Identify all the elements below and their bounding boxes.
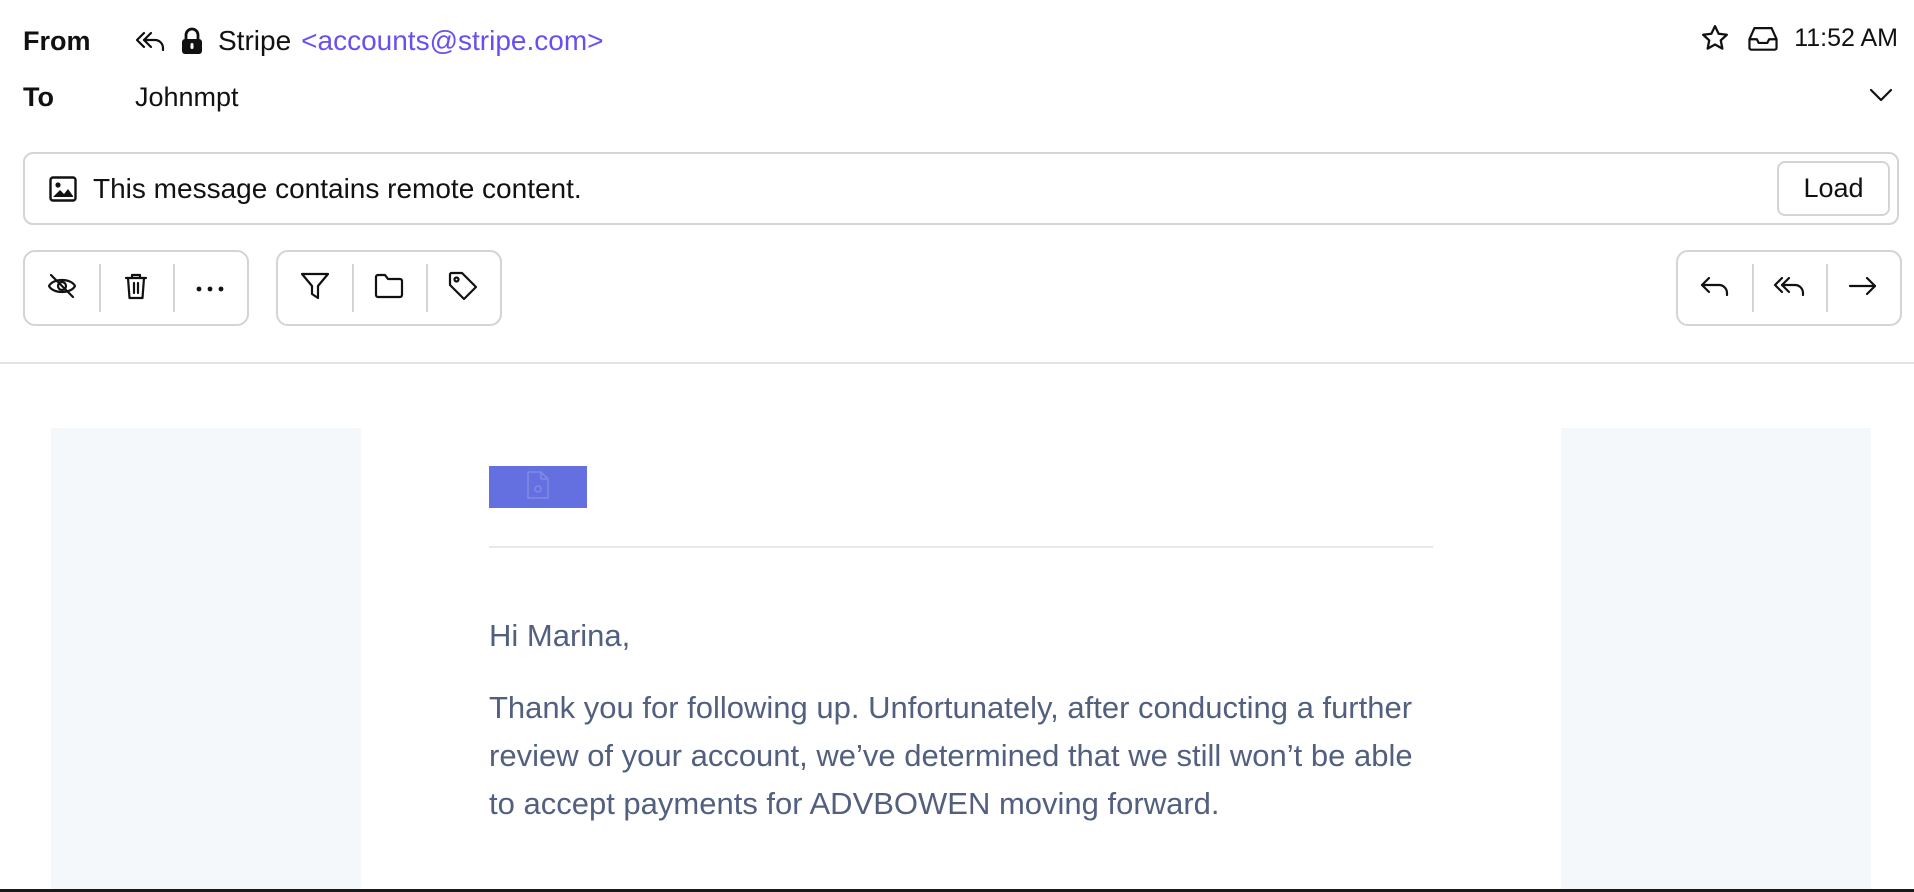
- mark-unread-button[interactable]: [25, 252, 99, 324]
- to-label: To: [23, 81, 54, 112]
- sender[interactable]: Stripe <accounts@stripe.com>: [134, 25, 604, 57]
- toolbar-group-reply: [1676, 250, 1902, 326]
- toolbar-group-organize: [276, 250, 502, 326]
- broken-image-icon: [525, 470, 551, 505]
- sender-email[interactable]: <accounts@stripe.com>: [301, 25, 603, 57]
- reply-button[interactable]: [1678, 252, 1752, 324]
- image-icon: [47, 173, 79, 205]
- inbox-icon[interactable]: [1746, 21, 1780, 55]
- label-button[interactable]: [426, 252, 500, 324]
- reply-all-icon: [1773, 274, 1805, 303]
- replied-all-icon: [134, 25, 166, 57]
- forward-icon: [1848, 275, 1878, 302]
- stripe-logo-placeholder: [489, 466, 587, 508]
- star-icon[interactable]: [1698, 21, 1732, 55]
- more-icon: [196, 279, 224, 297]
- email-greeting: Hi Marina,: [489, 618, 631, 653]
- load-remote-content-button[interactable]: Load: [1777, 161, 1890, 216]
- chevron-down-icon: [1868, 87, 1894, 108]
- email-rule: [489, 546, 1433, 548]
- forward-button[interactable]: [1826, 252, 1900, 324]
- more-actions-button[interactable]: [173, 252, 247, 324]
- to-row: To Johnmpt: [0, 76, 1914, 118]
- tag-icon: [448, 271, 478, 306]
- remote-content-message: This message contains remote content.: [93, 172, 582, 204]
- reply-icon: [1700, 274, 1730, 303]
- email-body-paragraph: Thank you for following up. Unfortunatel…: [489, 690, 1413, 821]
- eye-off-icon: [47, 273, 77, 304]
- filter-icon: [300, 272, 330, 305]
- message-time: 11:52 AM: [1794, 23, 1898, 52]
- header-divider: [0, 362, 1914, 364]
- remote-content-banner: This message contains remote content. Lo…: [23, 152, 1899, 225]
- expand-details-button[interactable]: [1864, 80, 1898, 114]
- lock-icon: [176, 25, 208, 57]
- from-label: From: [23, 25, 91, 56]
- toolbar-group-actions: [23, 250, 249, 326]
- trash-icon: [124, 272, 148, 305]
- filter-button[interactable]: [278, 252, 352, 324]
- delete-button[interactable]: [99, 252, 173, 324]
- recipient[interactable]: Johnmpt: [135, 82, 239, 113]
- folder-icon: [374, 273, 404, 304]
- message-meta: 11:52 AM: [1698, 20, 1898, 56]
- from-row: From Stripe <accounts@stripe.com>: [0, 20, 1914, 62]
- sender-name: Stripe: [218, 25, 292, 56]
- move-to-folder-button[interactable]: [352, 252, 426, 324]
- reply-all-button[interactable]: [1752, 252, 1826, 324]
